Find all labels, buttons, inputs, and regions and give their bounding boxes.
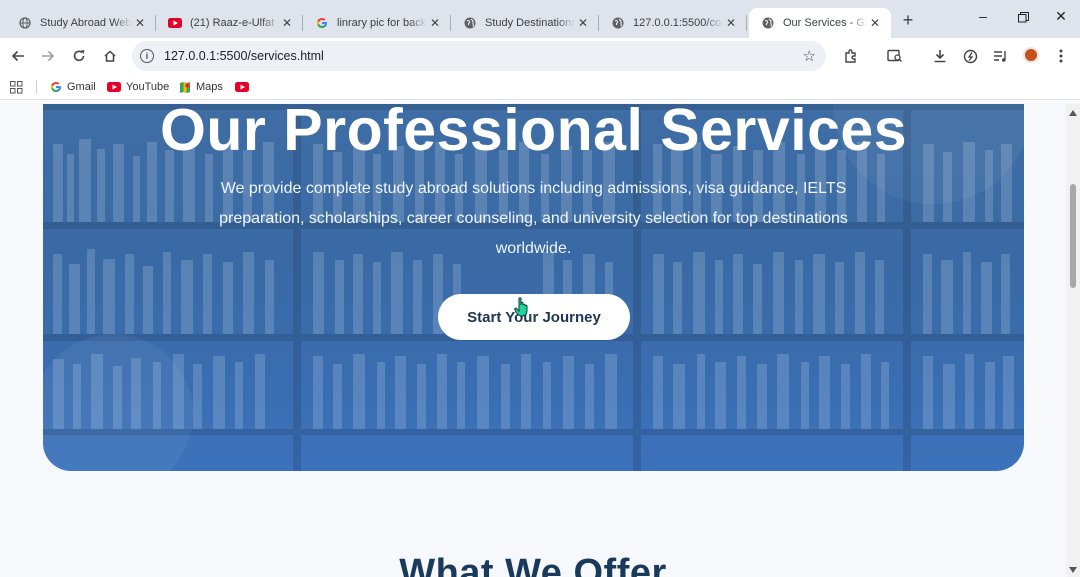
globe-icon xyxy=(18,16,32,30)
youtube-icon xyxy=(235,82,249,92)
hero-description: We provide complete study abroad solutio… xyxy=(219,180,848,257)
tab-title: (21) Raaz-e-Ulfat | OST xyxy=(190,17,279,29)
web-page: Our Professional Services We provide com… xyxy=(0,104,1066,577)
close-tab-icon[interactable]: ✕ xyxy=(575,16,591,30)
menu-icon[interactable] xyxy=(1051,46,1071,66)
apps-icon[interactable] xyxy=(10,80,23,94)
maps-icon xyxy=(179,81,191,94)
page-scrollbar[interactable] xyxy=(1066,104,1080,577)
globe-icon xyxy=(463,16,477,30)
close-tab-icon[interactable]: ✕ xyxy=(279,16,295,30)
hero-section: Our Professional Services We provide com… xyxy=(43,104,1024,471)
bookmark-label: Maps xyxy=(196,81,223,93)
bookmarks-divider xyxy=(36,80,37,94)
close-tab-icon[interactable]: ✕ xyxy=(427,16,443,30)
google-icon xyxy=(50,81,62,93)
scroll-down-icon[interactable] xyxy=(1069,567,1077,573)
url-text: 127.0.0.1:5500/services.html xyxy=(164,49,324,63)
bookmark-maps[interactable]: Maps xyxy=(179,80,223,94)
forward-icon[interactable] xyxy=(38,46,58,66)
new-tab-icon[interactable]: + xyxy=(898,10,918,30)
close-tab-icon[interactable]: ✕ xyxy=(723,16,739,30)
minimize-icon[interactable]: – xyxy=(973,8,993,30)
start-journey-button[interactable]: Start Your Journey xyxy=(438,294,630,340)
restore-icon[interactable] xyxy=(1013,8,1033,30)
scroll-up-icon[interactable] xyxy=(1069,110,1077,116)
google-icon xyxy=(315,16,329,30)
bookmark-youtube[interactable]: YouTube xyxy=(107,80,169,94)
address-bar[interactable]: i 127.0.0.1:5500/services.html ☆ xyxy=(132,41,826,71)
tab-title: linrary pic for background xyxy=(337,17,427,29)
tab-search-icon[interactable] xyxy=(885,46,905,66)
bookmark-label: Gmail xyxy=(67,81,96,93)
tab-title: Our Services - Global xyxy=(783,17,867,29)
reload-icon[interactable] xyxy=(69,46,89,66)
close-tab-icon[interactable]: ✕ xyxy=(867,16,883,30)
tab-study-abroad[interactable]: Study Abroad Website ✕ xyxy=(6,8,156,38)
bookmark-gmail[interactable]: Gmail xyxy=(50,80,96,94)
profile-avatar[interactable] xyxy=(1023,47,1039,63)
tab-title: Study Destinations xyxy=(485,17,575,29)
bookmark-youtube-2[interactable] xyxy=(235,80,254,94)
bookmark-star-icon[interactable]: ☆ xyxy=(803,47,816,65)
tab-title: Study Abroad Website xyxy=(40,17,132,29)
bookmarks-bar: Gmail YouTube Maps xyxy=(0,74,1080,100)
tab-youtube[interactable]: (21) Raaz-e-Ulfat | OST ✕ xyxy=(156,8,303,38)
close-tab-icon[interactable]: ✕ xyxy=(132,16,148,30)
tab-our-services[interactable]: Our Services - Global ✕ xyxy=(749,8,891,38)
back-icon[interactable] xyxy=(8,46,28,66)
tab-title: 127.0.0.1:5500/contact xyxy=(633,17,723,29)
hero-title: Our Professional Services xyxy=(159,104,908,163)
bookmark-label: YouTube xyxy=(126,81,170,93)
extensions-icon[interactable] xyxy=(840,46,860,66)
youtube-icon xyxy=(168,16,182,30)
download-icon[interactable] xyxy=(930,46,950,66)
site-info-icon[interactable]: i xyxy=(140,49,154,63)
scrollbar-thumb[interactable] xyxy=(1070,184,1076,288)
performance-icon[interactable] xyxy=(960,46,980,66)
globe-icon xyxy=(611,16,625,30)
what-we-offer-heading: What We Offer xyxy=(399,552,667,577)
home-icon[interactable] xyxy=(100,46,120,66)
globe-icon xyxy=(761,16,775,30)
media-controls-icon[interactable] xyxy=(990,46,1010,66)
tab-study-destinations[interactable]: Study Destinations ✕ xyxy=(451,8,599,38)
tab-strip: Study Abroad Website ✕ (21) Raaz-e-Ulfat… xyxy=(0,0,1080,38)
tab-contact[interactable]: 127.0.0.1:5500/contact ✕ xyxy=(599,8,747,38)
browser-toolbar: i 127.0.0.1:5500/services.html ☆ xyxy=(0,38,1080,74)
tab-google-search[interactable]: linrary pic for background ✕ xyxy=(303,8,451,38)
close-window-icon[interactable]: ✕ xyxy=(1051,8,1071,30)
youtube-icon xyxy=(107,82,121,92)
hand-cursor-icon xyxy=(514,297,530,322)
